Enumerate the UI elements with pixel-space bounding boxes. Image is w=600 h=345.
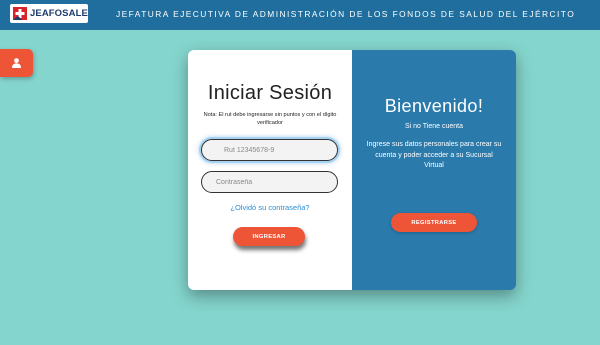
rut-input[interactable] xyxy=(201,139,338,161)
header-title: JEFATURA EJECUTIVA DE ADMINISTRACIÓN DE … xyxy=(116,9,576,19)
welcome-subtitle: Si no Tiene cuenta xyxy=(405,123,463,130)
logo-cross-icon xyxy=(13,7,27,20)
login-title: Iniciar Sesión xyxy=(207,82,333,104)
login-button[interactable]: INGRESAR xyxy=(233,227,305,246)
login-panel: Iniciar Sesión Nota: El rut debe ingresa… xyxy=(188,50,352,290)
password-input[interactable] xyxy=(201,171,338,193)
welcome-description: Ingrese sus datos personales para crear … xyxy=(366,141,502,169)
forgot-password-link[interactable]: ¿Olvidó su contraseña? xyxy=(188,203,352,212)
logo-text: JEAFOSALE xyxy=(30,8,88,19)
top-header: JEAFOSALE JEFATURA EJECUTIVA DE ADMINIST… xyxy=(0,0,600,30)
user-icon xyxy=(12,58,21,68)
register-button[interactable]: REGISTRARSE xyxy=(391,213,477,232)
rut-note: Nota: El rut debe ingresarse sin puntos … xyxy=(203,112,337,126)
login-card: Iniciar Sesión Nota: El rut debe ingresa… xyxy=(188,50,516,290)
welcome-title: Bienvenido! xyxy=(384,96,484,116)
welcome-panel: Bienvenido! Si no Tiene cuenta Ingrese s… xyxy=(352,50,516,290)
user-menu-button[interactable] xyxy=(0,49,33,77)
logo[interactable]: JEAFOSALE xyxy=(10,4,88,23)
